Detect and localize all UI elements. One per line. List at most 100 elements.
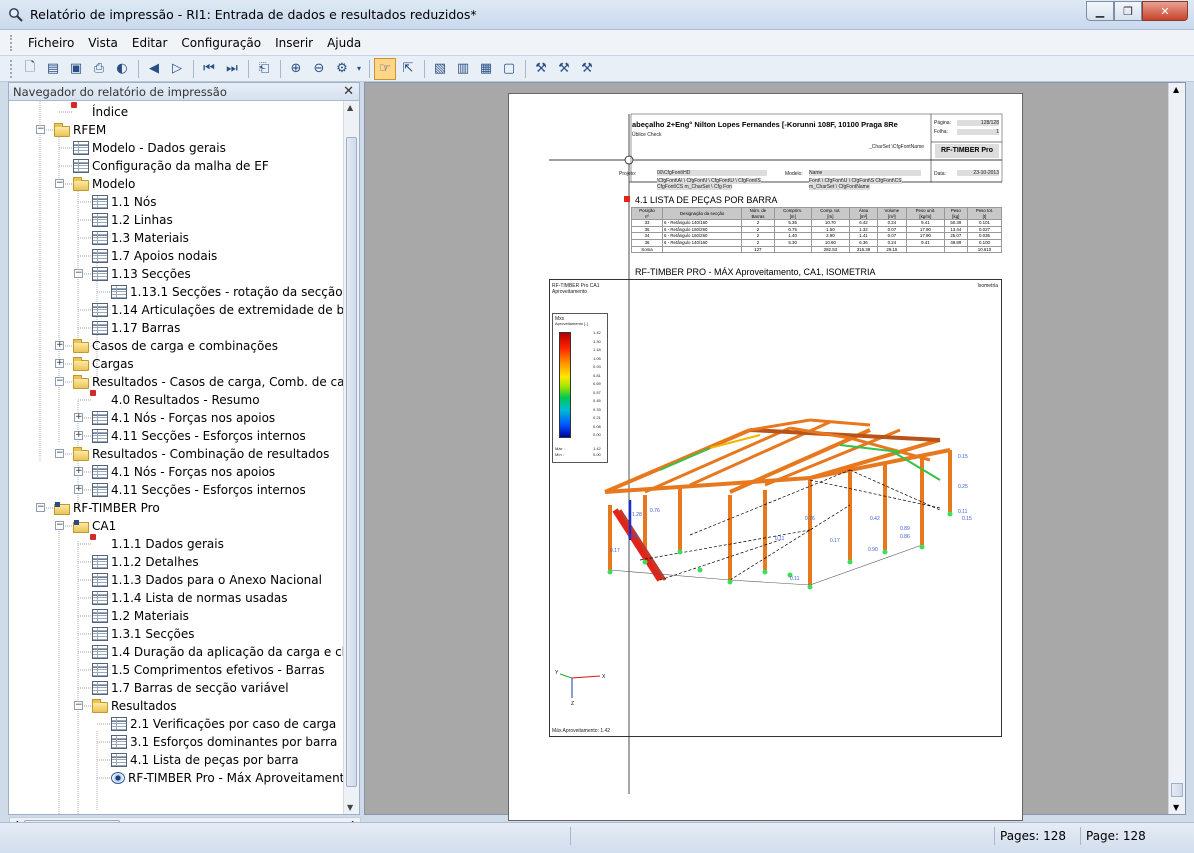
forward-icon[interactable]: ▷ (166, 58, 188, 80)
tree-item[interactable]: 3.1 Esforços dominantes por barra (111, 733, 337, 751)
tree-item[interactable]: 1.13.1 Secções - rotação da secção (111, 283, 343, 301)
tree-item[interactable]: 1.1.1 Dados gerais (90, 534, 224, 553)
tool-c-icon[interactable]: ⚒ (576, 58, 598, 80)
back-icon[interactable]: ◀ (143, 58, 165, 80)
navigator-vertical-scrollbar[interactable]: ▲ ▼ (343, 101, 359, 814)
tree-item[interactable]: 1.1 Nós (92, 193, 156, 211)
last-page-icon[interactable]: ⏭ (221, 58, 243, 80)
collapse-icon[interactable]: − (74, 701, 83, 710)
tree-item[interactable]: 1.5 Comprimentos efetivos - Barras (92, 661, 325, 679)
collapse-icon[interactable]: − (55, 521, 64, 530)
tree-item[interactable]: Resultados - Casos de carga, Comb. de ca… (73, 373, 343, 391)
collapse-icon[interactable]: − (55, 377, 64, 386)
tree-item[interactable]: 1.2 Materiais (92, 607, 189, 625)
tree-item[interactable]: 4.11 Secções - Esforços internos (92, 427, 306, 445)
tree-item[interactable]: 4.11 Secções - Esforços internos (92, 481, 306, 499)
expand-icon[interactable]: + (74, 431, 83, 440)
tool-b-icon[interactable]: ⚒ (553, 58, 575, 80)
tree-item[interactable]: RFEM (54, 121, 106, 139)
zoom-out-icon[interactable]: ⊖ (308, 58, 330, 80)
menu-vista[interactable]: Vista (81, 34, 125, 52)
preview-scroll-thumb[interactable] (1171, 783, 1183, 797)
restore-button[interactable]: ❐ (1114, 1, 1142, 21)
close-button[interactable]: ✕ (1142, 1, 1188, 21)
expand-icon[interactable]: + (74, 467, 83, 476)
scroll-up-icon[interactable]: ▲ (347, 103, 353, 112)
tree-item[interactable]: 4.1 Nós - Forças nos apoios (92, 463, 275, 481)
report-page[interactable]: abeçalho 2+Eng° Nilton Lopes Fernandes [… (508, 93, 1023, 821)
tree-item[interactable]: Índice (71, 102, 128, 121)
tree-item[interactable]: 1.2 Linhas (92, 211, 173, 229)
open-icon[interactable]: ▤ (42, 58, 64, 80)
menu-ajuda[interactable]: Ajuda (320, 34, 368, 52)
collapse-icon[interactable]: − (36, 503, 45, 512)
tree-item[interactable]: 4.1 Nós - Forças nos apoios (92, 409, 275, 427)
tree-item[interactable]: 1.1.3 Dados para o Anexo Nacional (92, 571, 322, 589)
collapse-icon[interactable]: − (36, 125, 45, 134)
tree-item[interactable]: 1.7 Apoios nodais (92, 247, 217, 265)
preview-scroll-up-icon[interactable]: ▲ (1173, 85, 1179, 94)
navigator-scroll-thumb[interactable] (346, 137, 357, 787)
zoom-in-icon[interactable]: ⊕ (285, 58, 307, 80)
tree-item[interactable]: 1.4 Duração da aplicação da carga e clas… (92, 643, 343, 661)
tree-item[interactable]: 1.14 Articulações de extremidade de barr… (92, 301, 343, 319)
tree-item-label: 1.7 Apoios nodais (111, 249, 218, 263)
tree-item[interactable]: Resultados - Combinação de resultados (73, 445, 329, 463)
tree-item[interactable]: Configuração da malha de EF (73, 157, 269, 175)
tree-item[interactable]: Cargas (73, 355, 134, 373)
insert-blank-icon[interactable]: ▢ (498, 58, 520, 80)
tree-item[interactable]: Casos de carga e combinações (73, 337, 278, 355)
pointer-hand-icon[interactable]: ☞ (374, 57, 396, 80)
collapse-icon[interactable]: − (55, 449, 64, 458)
tree-item[interactable]: CA1 (73, 517, 116, 535)
collapse-icon[interactable]: − (74, 269, 83, 278)
insert-page-icon[interactable]: ▥ (452, 58, 474, 80)
tree-item[interactable]: 4.1 Lista de peças por barra (111, 751, 299, 769)
expand-icon[interactable]: + (55, 359, 64, 368)
preview-vertical-scrollbar[interactable]: ▲ ▼ (1168, 83, 1185, 814)
tree-item[interactable]: RF-TIMBER Pro - Máx Aproveitamento, C (111, 769, 343, 787)
page-setup-icon[interactable]: ⎗ (253, 58, 275, 80)
menu-inserir[interactable]: Inserir (268, 34, 320, 52)
print-preview-area[interactable]: abeçalho 2+Eng° Nilton Lopes Fernandes [… (364, 82, 1186, 821)
tree-item[interactable]: 1.1.2 Detalhes (92, 553, 199, 571)
tree-item[interactable]: Modelo - Dados gerais (73, 139, 226, 157)
insert-text-icon[interactable]: ▦ (475, 58, 497, 80)
tool-a-icon[interactable]: ⚒ (530, 58, 552, 80)
tree-item[interactable]: 1.3 Materiais (92, 229, 189, 247)
menu-editar[interactable]: Editar (125, 34, 175, 52)
tree-item[interactable]: 4.0 Resultados - Resumo (90, 390, 260, 409)
minimize-button[interactable]: ▁ (1086, 1, 1114, 21)
tree-item[interactable]: 1.3.1 Secções (92, 625, 195, 643)
tree-item[interactable]: 2.1 Verificações por caso de carga (111, 715, 336, 733)
preview-scroll-down-icon[interactable]: ▼ (1173, 803, 1179, 812)
settings-icon[interactable]: ⚙ (331, 58, 353, 80)
save-icon[interactable]: ▣ (65, 58, 87, 80)
dropdown-arrow-icon[interactable]: ▾ (354, 58, 364, 80)
result-value-label: 0.17 (830, 538, 840, 544)
navigator-close-icon[interactable]: ✕ (343, 84, 354, 99)
refresh-icon[interactable]: ◐ (111, 58, 133, 80)
tree-item[interactable]: 1.1.4 Lista de normas usadas (92, 589, 288, 607)
status-pages: Pages: 128 (994, 827, 1080, 845)
expand-icon[interactable]: + (55, 341, 64, 350)
collapse-icon[interactable]: − (55, 179, 64, 188)
tree-item[interactable]: Resultados (92, 697, 177, 715)
table-row: 34 6 - Retângulo 160/260 2 1.40 2.90 1.41 0.07… (630, 232, 1003, 240)
tree-item[interactable]: Modelo (73, 175, 135, 193)
expand-icon[interactable]: + (74, 413, 83, 422)
print-icon[interactable]: ⎙ (88, 58, 110, 80)
insert-graphic-icon[interactable]: ▧ (429, 58, 451, 80)
tree-item[interactable]: RF-TIMBER Pro (54, 499, 160, 517)
tree-item[interactable]: 1.17 Barras (92, 319, 180, 337)
scroll-down-icon[interactable]: ▼ (347, 803, 353, 812)
expand-icon[interactable]: + (74, 485, 83, 494)
tree-item[interactable]: 1.7 Barras de secção variável (92, 679, 289, 697)
menu-configuracao[interactable]: Configuração (174, 34, 268, 52)
new-report-icon[interactable]: 🗋 (19, 58, 41, 80)
select-cursor-icon[interactable]: ⇱ (397, 58, 419, 80)
first-page-icon[interactable]: ⏮ (198, 58, 220, 80)
folder-icon (54, 122, 70, 137)
tree-item[interactable]: 1.13 Secções (92, 265, 191, 283)
menu-ficheiro[interactable]: Ficheiro (21, 34, 81, 52)
